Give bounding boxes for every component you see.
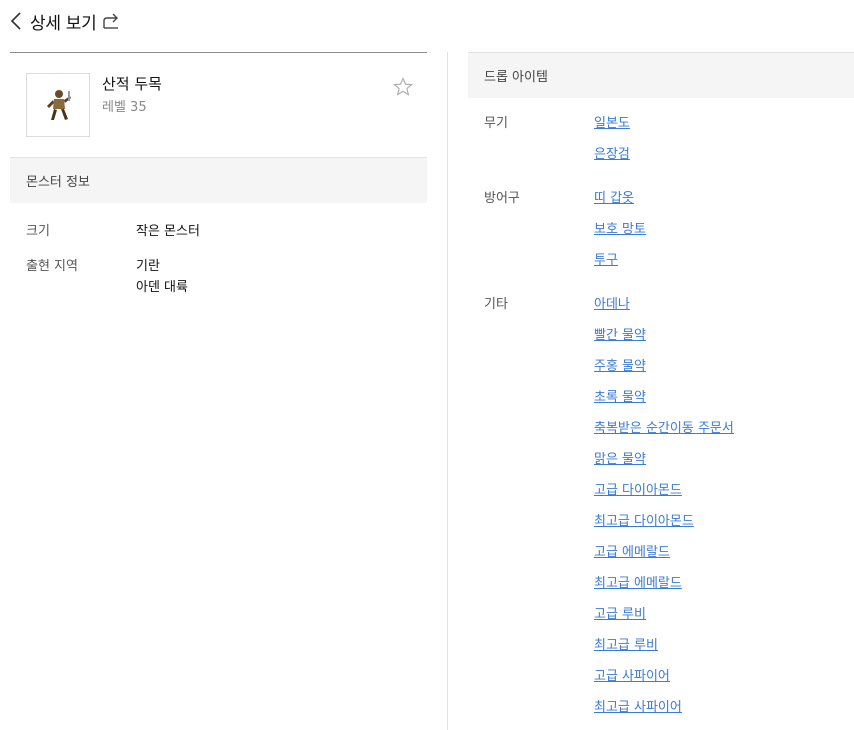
info-values: 기란 아덴 대륙 [136,256,188,298]
drop-items: 아데나 빨간 물약 주홍 물약 초록 물약 축복받은 순간이동 주문서 맑은 물… [594,296,734,730]
top-bar: 상세 보기 [10,8,122,34]
info-value: 아덴 대륙 [136,280,188,295]
drop-item-link[interactable]: 은장검 [594,146,630,177]
drop-category: 기타 [484,297,508,312]
chevron-left-icon [10,12,21,30]
drop-item-link[interactable]: 아데나 [594,296,734,327]
drop-category: 무기 [484,116,508,131]
info-value: 기란 [136,259,160,274]
drop-item-link[interactable]: 투구 [594,252,646,283]
drop-item-link[interactable]: 최고급 에메랄드 [594,575,734,606]
info-label: 출현 지역 [26,259,78,274]
star-outline-icon [393,77,413,96]
monster-name: 산적 두목 [102,75,162,93]
drop-group-weapon: 무기 일본도 은장검 [484,115,838,177]
monster-thumbnail [26,73,90,137]
drop-item-link[interactable]: 고급 루비 [594,606,734,637]
drop-group-etc: 기타 아데나 빨간 물약 주홍 물약 초록 물약 축복받은 순간이동 주문서 맑… [484,296,838,730]
drop-list: 무기 일본도 은장검 방어구 띠 갑옷 보호 망토 투구 기타 아데나 빨간 물… [468,98,854,730]
info-value: 작은 몬스터 [136,224,200,239]
info-values: 작은 몬스터 [136,221,200,242]
back-button[interactable] [10,10,24,32]
monster-info-list: 크기 작은 몬스터 출현 지역 기란 아덴 대륙 [10,203,427,298]
share-button[interactable] [102,11,122,31]
drop-category: 방어구 [484,191,520,206]
drop-items: 띠 갑옷 보호 망토 투구 [594,190,646,283]
drop-item-link[interactable]: 최고급 사파이어 [594,699,734,730]
drop-item-link[interactable]: 빨간 물약 [594,327,734,358]
drop-group-armor: 방어구 띠 갑옷 보호 망토 투구 [484,190,838,283]
drop-item-link[interactable]: 초록 물약 [594,389,734,420]
monster-info-header: 몬스터 정보 [10,158,427,203]
share-icon [103,13,119,29]
drop-item-link[interactable]: 고급 사파이어 [594,668,734,699]
drop-items-header: 드롭 아이템 [468,53,854,98]
drop-item-link[interactable]: 보호 망토 [594,221,646,252]
drop-item-link[interactable]: 축복받은 순간이동 주문서 [594,420,734,451]
info-row-region: 출현 지역 기란 아덴 대륙 [26,256,411,298]
monster-level: 레벨 35 [102,100,147,115]
favorite-button[interactable] [393,77,415,99]
drop-items: 일본도 은장검 [594,115,630,177]
drop-item-link[interactable]: 띠 갑옷 [594,190,646,221]
drop-item-link[interactable]: 고급 다이아몬드 [594,482,734,513]
monster-sprite-icon [47,90,71,120]
drop-panel: 드롭 아이템 무기 일본도 은장검 방어구 띠 갑옷 보호 망토 투구 기타 아… [468,52,854,730]
drop-item-link[interactable]: 최고급 루비 [594,637,734,668]
info-row-size: 크기 작은 몬스터 [26,221,411,242]
page-title: 상세 보기 [30,13,97,34]
monster-panel: 산적 두목 레벨 35 몬스터 정보 크기 작은 몬스터 출현 지역 기란 아덴… [10,52,427,312]
info-label: 크기 [26,224,50,239]
monster-header: 산적 두목 레벨 35 [10,53,427,158]
column-divider [447,52,448,730]
drop-item-link[interactable]: 주홍 물약 [594,358,734,389]
drop-item-link[interactable]: 최고급 다이아몬드 [594,513,734,544]
drop-item-link[interactable]: 일본도 [594,115,630,146]
drop-item-link[interactable]: 고급 에메랄드 [594,544,734,575]
drop-item-link[interactable]: 맑은 물약 [594,451,734,482]
